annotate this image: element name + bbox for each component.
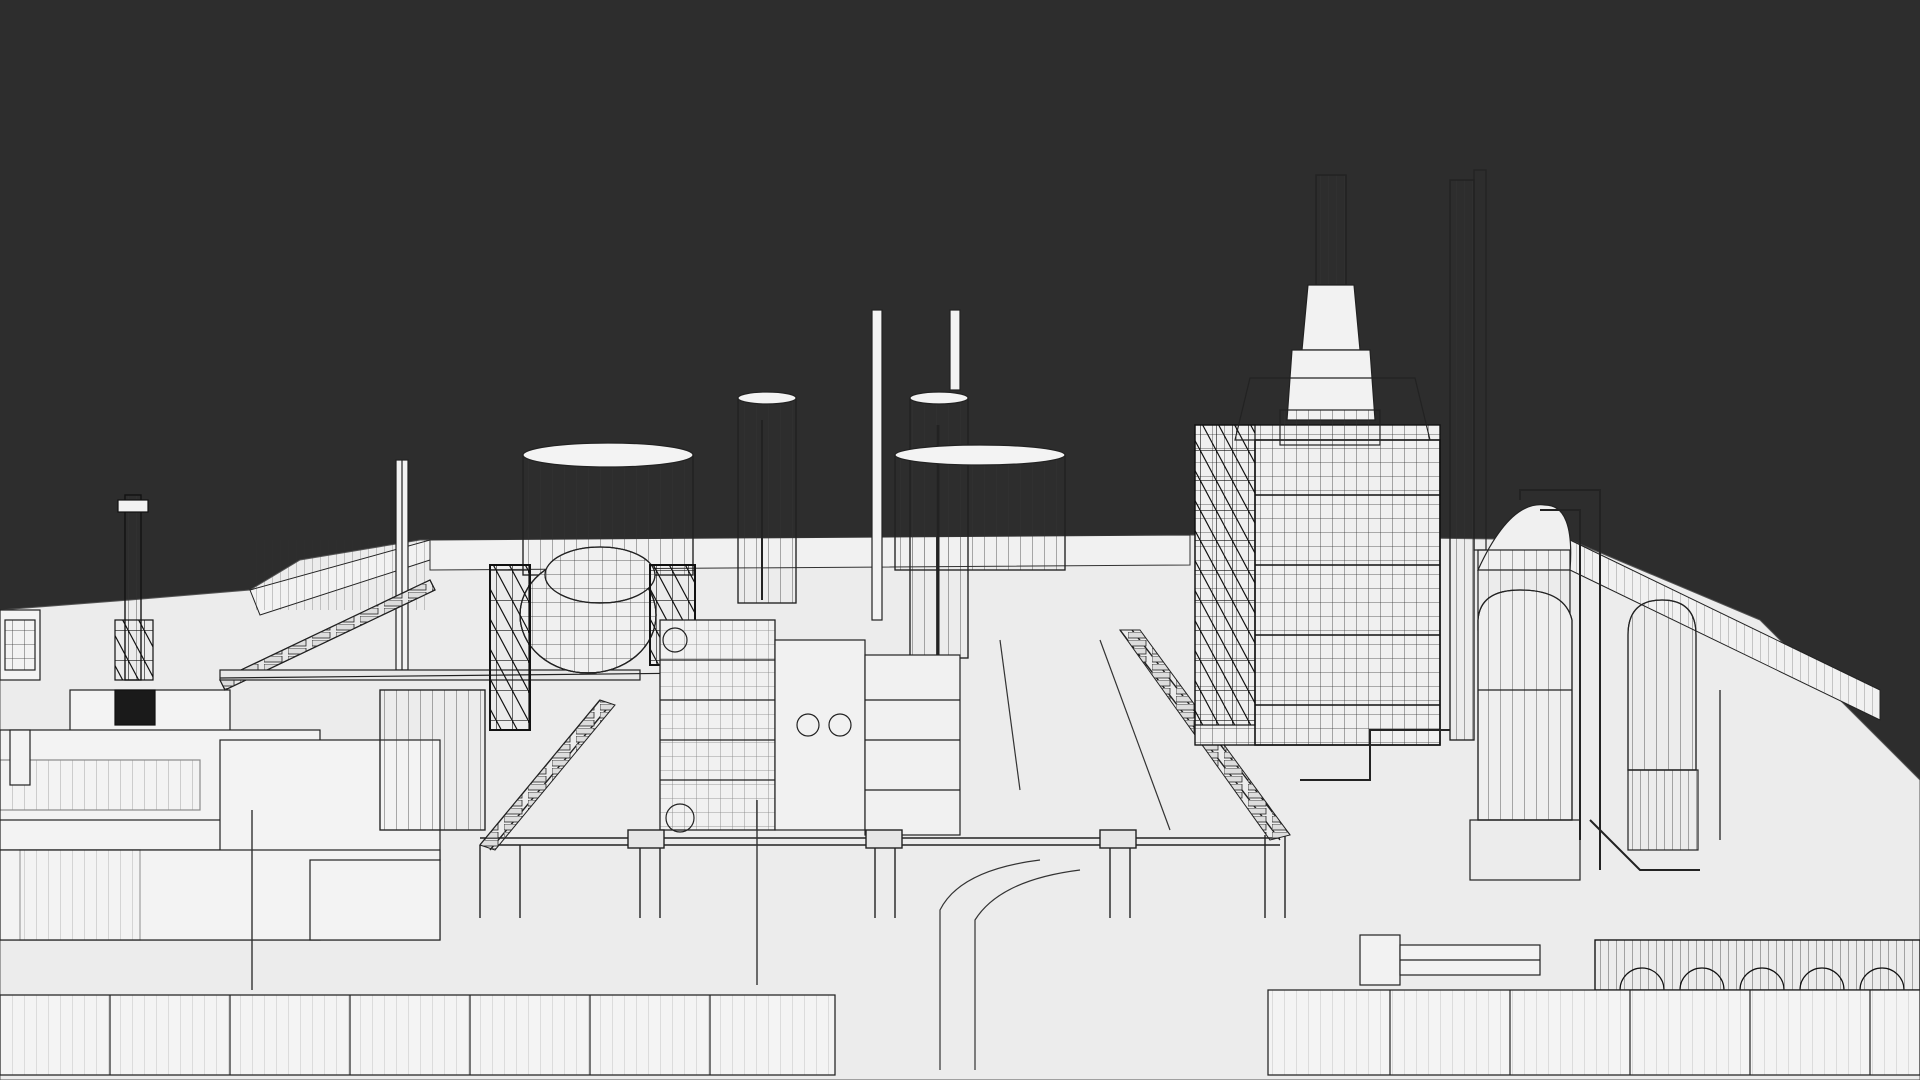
spherical-tank-back: [544, 546, 656, 604]
refinery-wireframe: [0, 169, 1920, 1080]
front-wall-right: [1267, 989, 1920, 1076]
silo-tower-left: [737, 391, 797, 604]
conveyor-bottom-right: [1594, 939, 1920, 991]
vertical-vessel-right: [1627, 599, 1699, 851]
storage-tank-large-right: [894, 444, 1066, 571]
render-viewport: [0, 0, 1920, 1080]
flare-stack-left: [395, 459, 409, 671]
boiler-house-scaffold: [1194, 424, 1441, 746]
main-exhaust-stack: [1234, 174, 1431, 446]
front-wall-left: [0, 994, 836, 1076]
